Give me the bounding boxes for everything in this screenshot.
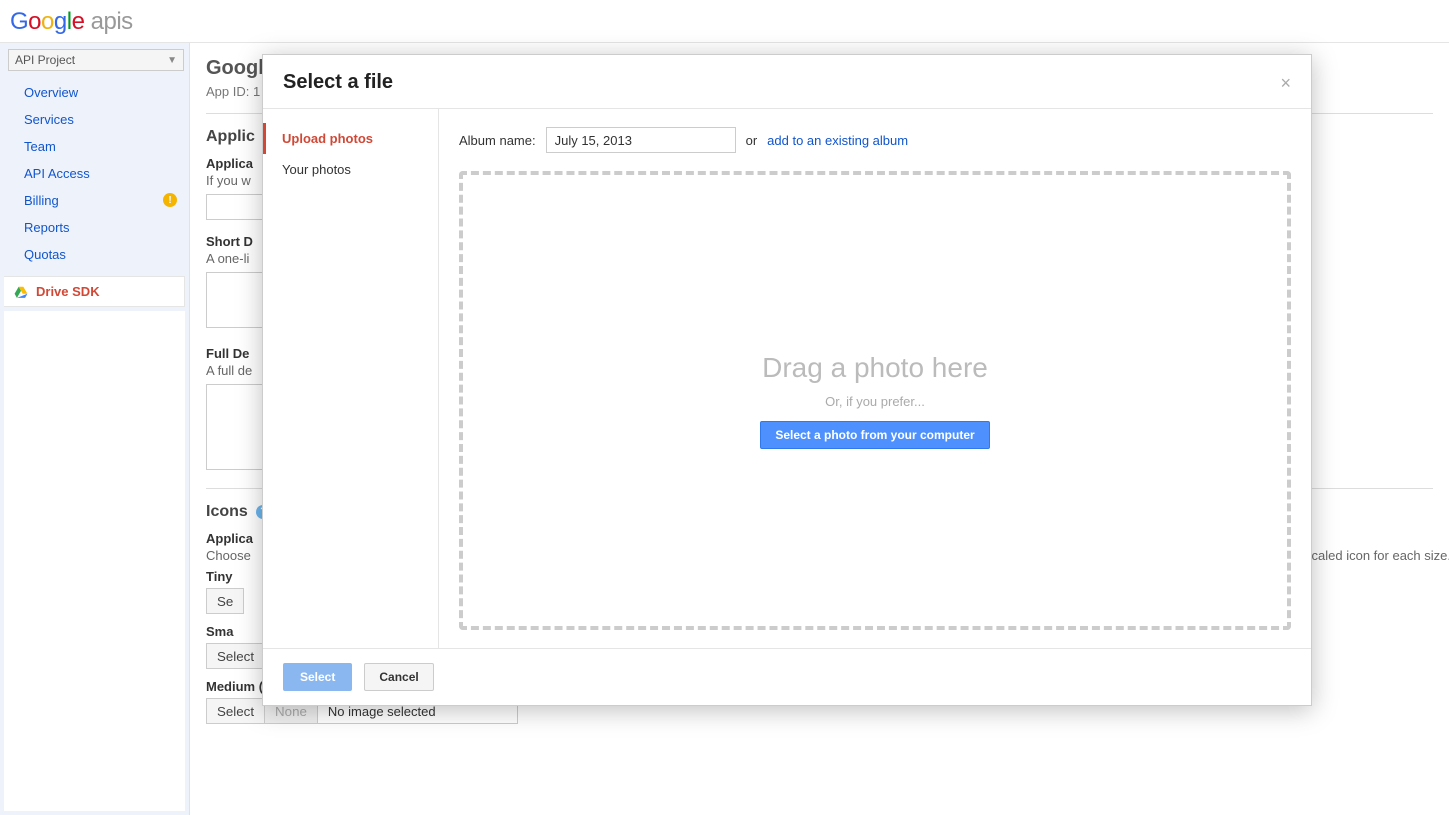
file-picker-modal: Select a file × Upload photos Your photo… xyxy=(262,54,1312,706)
select-icon-button[interactable]: Select xyxy=(206,643,265,669)
sidebar-item-api-access[interactable]: API Access xyxy=(4,160,185,187)
chevron-down-icon: ▼ xyxy=(167,55,177,66)
select-button[interactable]: Select xyxy=(283,663,352,691)
cancel-button[interactable]: Cancel xyxy=(364,663,433,691)
tab-your-photos[interactable]: Your photos xyxy=(263,154,438,185)
album-or-label: or xyxy=(746,133,758,148)
project-dropdown-label: API Project xyxy=(15,53,75,67)
select-from-computer-button[interactable]: Select a photo from your computer xyxy=(760,421,989,449)
album-name-input[interactable] xyxy=(546,127,736,153)
sidebar-item-services[interactable]: Services xyxy=(4,106,185,133)
project-dropdown[interactable]: API Project ▼ xyxy=(8,49,184,71)
section-icons-label: Icons xyxy=(206,503,248,520)
sidebar-item-label: Drive SDK xyxy=(36,284,100,299)
modal-footer: Select Cancel xyxy=(263,648,1311,705)
drive-icon xyxy=(14,285,28,299)
sidebar-item-reports[interactable]: Reports xyxy=(4,214,185,241)
album-name-row: Album name: or add to an existing album xyxy=(459,127,1291,153)
icons-hint-long: caled icon for each size. xyxy=(1312,548,1449,563)
photo-dropzone[interactable]: Drag a photo here Or, if you prefer... S… xyxy=(459,171,1291,630)
sidebar-blank xyxy=(4,311,185,811)
tab-upload-photos[interactable]: Upload photos xyxy=(263,123,438,154)
sidebar: API Project ▼ Overview Services Team API… xyxy=(0,43,190,815)
modal-header: Select a file × xyxy=(263,55,1311,109)
modal-title: Select a file xyxy=(283,71,393,94)
sidebar-item-label: Billing xyxy=(24,193,59,208)
dropzone-title: Drag a photo here xyxy=(762,352,988,384)
brand-header: Google apis xyxy=(0,0,1449,40)
select-icon-button[interactable]: Se xyxy=(206,588,244,614)
sidebar-item-overview[interactable]: Overview xyxy=(4,79,185,106)
warning-icon: ! xyxy=(163,193,177,207)
sidebar-item-drive-sdk[interactable]: Drive SDK xyxy=(4,276,185,307)
sidebar-item-quotas[interactable]: Quotas xyxy=(4,241,185,268)
sidebar-item-team[interactable]: Team xyxy=(4,133,185,160)
sidebar-item-billing[interactable]: Billing ! xyxy=(4,187,185,214)
album-name-label: Album name: xyxy=(459,133,536,148)
dropzone-subtitle: Or, if you prefer... xyxy=(825,394,925,409)
add-existing-album-link[interactable]: add to an existing album xyxy=(767,133,908,148)
close-icon[interactable]: × xyxy=(1280,74,1291,92)
modal-tabs: Upload photos Your photos xyxy=(263,109,439,648)
select-icon-button[interactable]: Select xyxy=(206,698,265,724)
brand-suffix: apis xyxy=(91,8,133,35)
